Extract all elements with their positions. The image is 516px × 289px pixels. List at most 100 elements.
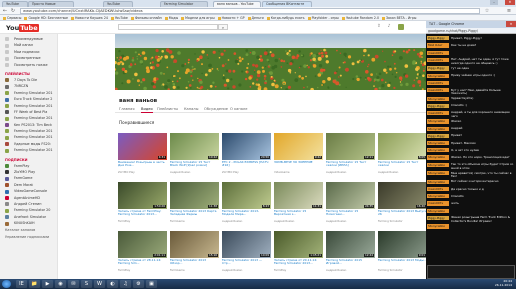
back-arrow-icon[interactable]: ← (2, 8, 8, 14)
video-card[interactable]: 20:50 ETC 2 - POLAR EXPRESS [ПАТЧ #16] Zlo… (222, 133, 271, 174)
guide-item[interactable]: KINUShKAIH (0, 220, 57, 226)
video-thumbnail[interactable]: 8:05 (378, 133, 427, 160)
youtube-logo[interactable]: YouTube (6, 24, 39, 32)
guide-link[interactable]: Управление подписками (0, 234, 57, 241)
video-card[interactable]: 2:01:11 Запись стрима от 28.11.14: Farmin… (118, 231, 167, 272)
video-author[interactable]: Андрей Ruslan (170, 171, 219, 174)
video-thumbnail[interactable]: 20:50 (222, 133, 271, 160)
video-title[interactable]: Farming Simulator 2013 Моды... (378, 259, 427, 269)
video-author[interactable]: VideoGame (274, 171, 323, 174)
video-card[interactable]: 4:31 Внимание! Розыгрыш в честь Дня Рож..… (118, 133, 167, 174)
video-card[interactable]: 1:50:26 Запись стрима от FarmPlay: Farmin… (118, 182, 167, 223)
video-author[interactable]: Андрей Ruslan (222, 220, 271, 223)
video-author[interactable]: FarmGame (170, 220, 219, 223)
video-thumbnail[interactable]: 15:16 (170, 231, 219, 258)
video-thumbnail[interactable]: 11:38 (170, 182, 219, 209)
video-card[interactable]: 1:45:21 Запись стрима от 20.11.14: Farmin… (274, 231, 323, 272)
taskbar-app-icon[interactable]: W (94, 280, 105, 288)
taskbar-app-icon[interactable]: ▶ (42, 280, 53, 288)
video-title[interactable]: Farming Simulator 15 Тест сеялки [ИРЛА] (326, 161, 375, 171)
taskbar-app-icon[interactable]: ♫ (120, 280, 131, 288)
video-author[interactable]: FarmPlay (118, 269, 167, 272)
video-card[interactable]: 24:35 Farming Simulator 15 Помогаем... Анд… (326, 182, 375, 223)
avatar[interactable] (398, 24, 404, 30)
video-card[interactable]: 10:09 Farming Simulator 2013 — Стр... Андр… (222, 231, 271, 272)
video-author[interactable]: FarmGame (170, 269, 219, 272)
video-thumbnail[interactable]: 12:44 (326, 231, 375, 258)
tab-channel[interactable]: О канале (230, 106, 247, 113)
video-card[interactable]: 11:38 Farming Simulator 2013 Карта Западн… (170, 182, 219, 223)
video-title[interactable]: Farming Simulator 15 Тест Black Wolf [Ур… (170, 161, 219, 171)
video-title[interactable]: Farming Simulator 2015 Игровой... (326, 259, 375, 269)
search-input[interactable] (118, 24, 218, 30)
video-author[interactable]: Андрей Ruslan (326, 171, 375, 174)
video-thumbnail[interactable]: 8:23 (222, 182, 271, 209)
video-thumbnail[interactable]: 24:35 (326, 182, 375, 209)
video-card[interactable]: 9:01 Farming Simulator 2013 Моды... Farmin… (378, 231, 427, 272)
video-card[interactable]: 8:05 Farming Simulator 15 Тест сеялки Андр… (378, 133, 427, 174)
video-title[interactable]: Farming Simulator 2013 Карта Западная Фе… (170, 210, 219, 220)
video-card[interactable]: 11:31 Farming Simulator 15 Вероятная з...… (274, 182, 323, 223)
video-thumbnail[interactable]: 12:11 (326, 133, 375, 160)
upload-icon[interactable]: ⇪ (376, 24, 382, 30)
menu-icon[interactable]: ≡ (506, 8, 512, 14)
video-title[interactable]: Farming Simulator 2013-Модели Мира... (222, 210, 271, 220)
video-thumbnail[interactable]: 2:01:11 (118, 231, 167, 258)
taskbar-app-icon[interactable]: ✉ (68, 280, 79, 288)
video-title[interactable]: Запись стрима от 20.11.14: Farming Simul… (274, 259, 323, 269)
video-title[interactable]: Farming Simulator 2013 — Стр... (222, 259, 271, 269)
chat-url-bar[interactable]: goodgame.ru/chat/Piggy-Piggy/ (426, 28, 516, 34)
video-thumbnail[interactable]: 10:09 (222, 231, 271, 258)
video-title[interactable]: Farming Simulator 15 Помогаем... (326, 210, 375, 220)
video-title[interactable]: Farming Simulator 2013 Обзор... (170, 259, 219, 269)
video-title[interactable]: Farming Simulator 15 Тест сеялки (378, 161, 427, 171)
video-card[interactable]: 12:44 Farming Simulator 2015 Игровой... Ан… (326, 231, 375, 272)
video-card[interactable]: 16:40 Farming Simulator 2013 Выпуск 26 Far… (378, 182, 427, 223)
video-author[interactable]: FarmPlay (118, 220, 167, 223)
video-author[interactable]: ZloYMO Play (118, 171, 167, 174)
video-title[interactable]: Внимание! Розыгрыш в честь Дня Рож... (118, 161, 167, 171)
video-author[interactable]: Farming Simulator (378, 269, 427, 272)
guide-item[interactable]: Посмотреть позже (0, 62, 57, 68)
video-title[interactable]: Farming Simulator 15 Вероятная з... (274, 210, 323, 220)
taskbar-app-icon[interactable]: ▣ (146, 280, 157, 288)
start-button[interactable] (2, 280, 11, 288)
tab-channel[interactable]: Каналы (184, 106, 198, 113)
search-icon[interactable]: ⌕ (218, 24, 228, 30)
video-card[interactable]: 10:22 Farming Simulator 15 Тест Black Wol… (170, 133, 219, 174)
video-author[interactable]: Андрей Ruslan (326, 220, 375, 223)
video-card[interactable]: 8:23 Farming Simulator 2013-Модели Мира..… (222, 182, 271, 223)
video-title[interactable]: ETC 2 - POLAR EXPRESS [ПАТЧ #16] (222, 161, 271, 171)
chat-input[interactable] (427, 265, 515, 279)
guide-link[interactable]: Каталог каналов (0, 227, 57, 234)
video-thumbnail[interactable]: 1:50:26 (118, 182, 167, 209)
tab-channel[interactable]: Главная (119, 106, 135, 113)
close-icon[interactable]: ✕ (506, 21, 516, 27)
video-title[interactable]: ЗОМБ-ВЕЧЕ ЗО ЗОЕЕНИЕ (274, 161, 323, 171)
video-author[interactable]: FarmPlay (274, 269, 323, 272)
video-thumbnail[interactable]: 9:42 (274, 133, 323, 160)
close-window-button[interactable]: ✕ (505, 0, 515, 5)
taskbar-app-icon[interactable]: 📁 (29, 280, 40, 288)
url-field[interactable]: www.youtube.com/channel/UCnxtlRAKb-ClJAE… (20, 8, 480, 14)
video-title[interactable]: Запись стрима от FarmPlay: Farming Simul… (118, 210, 167, 220)
video-card[interactable]: 12:11 Farming Simulator 15 Тест сеялки [И… (326, 133, 375, 174)
video-author[interactable]: Farming Simulator (378, 220, 427, 223)
video-title[interactable]: Farming Simulator 2013 Выпуск 26 (378, 210, 427, 220)
video-author[interactable]: Андрей Ruslan (274, 220, 323, 223)
video-author[interactable]: ZloYMO Play (222, 171, 271, 174)
video-thumbnail[interactable]: 4:31 (118, 133, 167, 160)
notifications-icon[interactable]: ♪ (386, 24, 392, 30)
tab-channel[interactable]: Обсуждение (204, 106, 228, 113)
video-author[interactable]: Андрей Ruslan (378, 171, 427, 174)
reload-icon[interactable]: ↻ (10, 8, 16, 14)
video-author[interactable]: Андрей Ruslan (326, 269, 375, 272)
video-card[interactable]: 9:42 ЗОМБ-ВЕЧЕ ЗО ЗОЕЕНИЕ VideoGame (274, 133, 323, 174)
minimize-button[interactable]: – (490, 0, 498, 5)
guide-item[interactable]: Farming Simulator 201 (0, 147, 57, 153)
video-title[interactable]: Запись стрима от 28.11.14: Farming Sim..… (118, 259, 167, 269)
taskbar-app-icon[interactable]: ◉ (55, 280, 66, 288)
taskbar-app-icon[interactable]: ⚙ (133, 280, 144, 288)
taskbar-app-icon[interactable]: ◐ (107, 280, 118, 288)
video-thumbnail[interactable]: 1:45:21 (274, 231, 323, 258)
